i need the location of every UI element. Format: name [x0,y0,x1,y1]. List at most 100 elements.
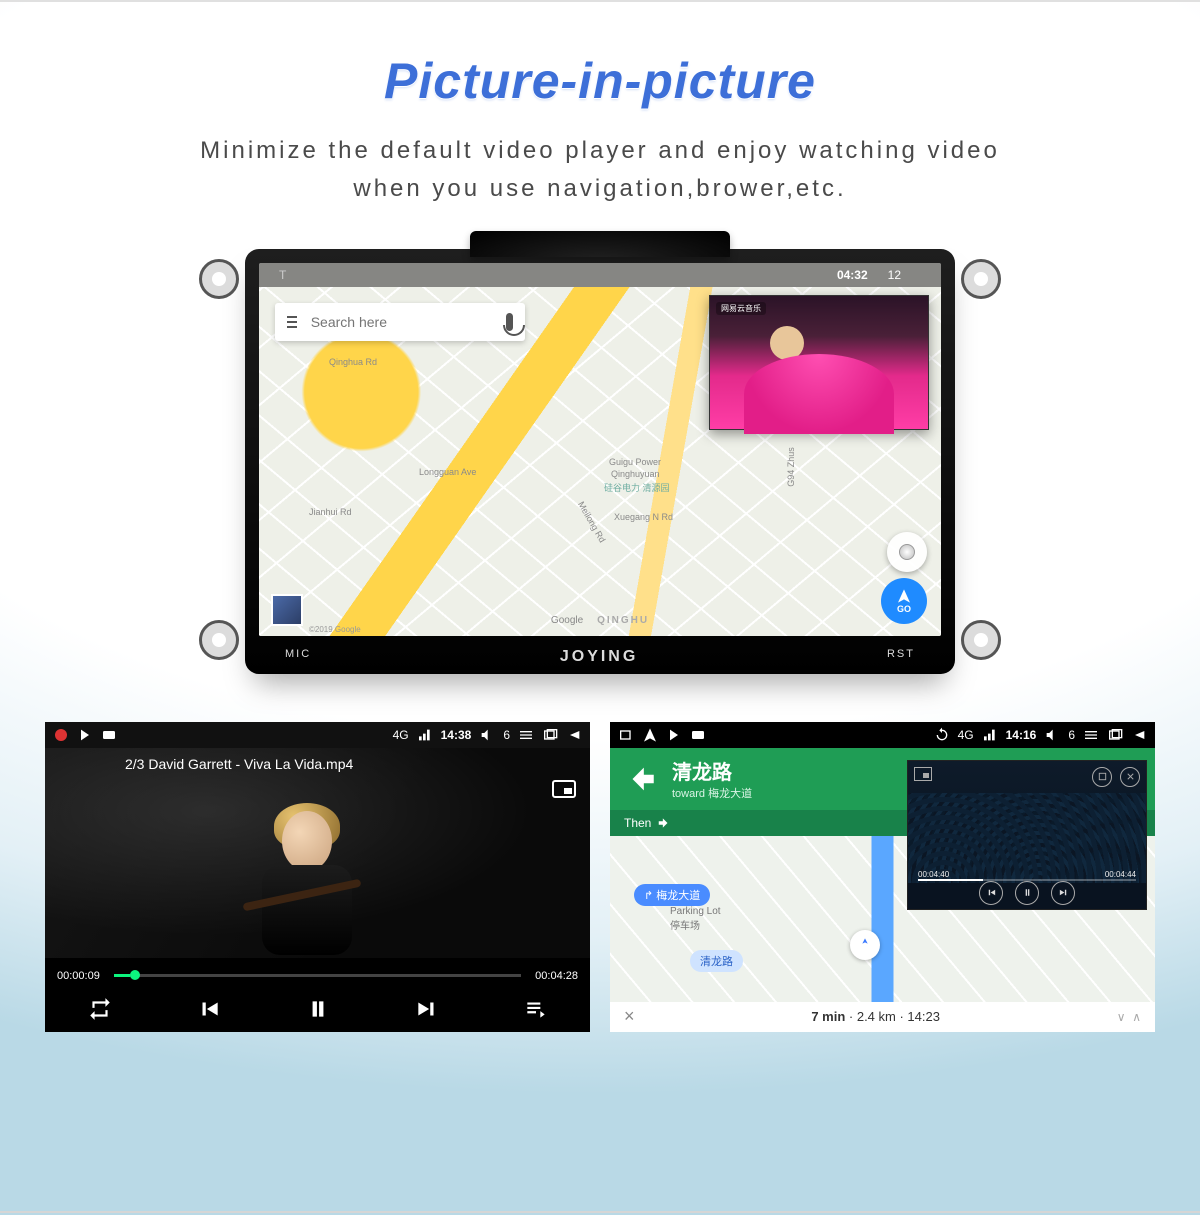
eta-info: 7 min · 2.4 km · 14:23 [651,1009,1101,1024]
playlist-icon[interactable] [523,996,549,1022]
mic-icon[interactable] [506,313,513,331]
turn-right-icon [657,816,671,830]
time-label: 14:38 [441,728,472,742]
map-search-bar[interactable] [275,303,525,341]
battery-label: 6 [503,728,510,742]
total-time: 00:04:28 [535,970,578,982]
close-nav-icon[interactable]: × [624,1006,635,1027]
map-label: Qinghua Rd [329,357,377,367]
status-time: 04:32 [837,268,868,282]
map-label: Meilong Rd [576,500,607,544]
pip-pause-icon[interactable] [1015,881,1039,905]
mount-tab [961,620,1001,660]
route-chip: 清龙路 [690,950,743,972]
nav-icon [642,727,658,743]
video-frame[interactable] [45,748,590,958]
play-icon [666,727,682,743]
mic-label: MIC [285,648,311,666]
hamburger-icon[interactable] [287,316,297,328]
volume-icon [479,727,495,743]
video-progress[interactable]: 00:00:09 00:04:28 [57,970,578,982]
enter-pip-icon[interactable] [552,780,576,798]
map-label: Guigu Power [609,457,661,467]
map-credit: ©2019 Google [309,625,361,634]
pip-mode-icon [914,767,932,781]
map-label: Longguan Ave [419,467,476,477]
video-player-screenshot: 4G 14:38 6 2/3 David Garrett - Viva La V… [45,722,590,1032]
map-label: Jianhui Rd [309,507,352,517]
head-unit-device: Qinghua Rd Jianhui Rd Guigu Power Qinghu… [245,249,955,674]
device-brand: JOYING [560,648,638,666]
map-logo: Google QINGHU [551,615,649,626]
pip-window[interactable]: 网易云音乐 [709,295,929,430]
page-title: Picture-in-picture [0,52,1200,110]
expand-eta-icon[interactable]: ∨ ∧ [1117,1010,1141,1024]
map-label: 硅谷电力 清源园 [604,481,670,494]
page-divider [0,1211,1200,1213]
network-label: 4G [393,728,409,742]
android-status-bar: 4G 14:38 6 [45,722,590,748]
card-icon [101,727,117,743]
mount-tab [961,259,1001,299]
map-label: G94 Zhus [786,447,796,487]
app-letter: T [279,268,286,282]
video-title: 2/3 David Garrett - Viva La Vida.mp4 [45,746,353,772]
progress-bar[interactable] [114,974,521,977]
back-icon[interactable] [1131,727,1147,743]
signal-icon [417,727,433,743]
map-layer-thumb[interactable] [271,594,303,626]
pip-elapsed: 00:04:40 [918,870,949,879]
violinist-illustration [252,811,362,961]
search-input[interactable] [311,314,492,330]
pip-expand-icon[interactable] [1092,767,1112,787]
menu-icon[interactable] [1083,727,1099,743]
mount-tab [199,620,239,660]
device-screen: Qinghua Rd Jianhui Rd Guigu Power Qinghu… [259,263,941,636]
map-label: Qinghuyuan [611,469,660,479]
map-label: Xuegang N Rd [614,512,673,522]
pip-close-icon[interactable] [1120,767,1140,787]
android-status-bar: 4G 14:16 6 [610,722,1155,748]
pip-next-icon[interactable] [1051,881,1075,905]
pause-icon[interactable] [305,996,331,1022]
volume-icon [1044,727,1060,743]
current-road: 清龙路 [672,756,752,785]
netease-icon [53,727,69,743]
prev-icon[interactable] [196,996,222,1022]
pip-source-tag: 网易云音乐 [716,302,766,315]
repeat-icon[interactable] [87,996,113,1022]
reset-label: RST [887,648,915,666]
mount-tab [199,259,239,299]
sync-icon [934,727,950,743]
status-battery: 12 [888,268,901,282]
assistive-touch-button[interactable] [887,532,927,572]
navigation-screenshot: 4G 14:16 6 清龙路 toward 梅龙大道 Then [610,722,1155,1032]
toward-label: toward 梅龙大道 [672,785,752,801]
pip-total: 00:04:44 [1105,870,1136,879]
play-icon [77,727,93,743]
pip-window[interactable]: 00:04:40 00:04:44 [907,760,1147,910]
elapsed-time: 00:00:09 [57,970,100,982]
network-label: 4G [958,728,974,742]
back-icon[interactable] [566,727,582,743]
map-poi: Parking Lot停车场 [670,906,721,932]
turn-left-icon [624,762,658,796]
battery-label: 6 [1068,728,1075,742]
next-icon[interactable] [414,996,440,1022]
recents-icon[interactable] [542,727,558,743]
navigate-icon [896,588,912,604]
page-subtitle: Minimize the default video player and en… [140,132,1060,209]
pip-prev-icon[interactable] [979,881,1003,905]
nav-bottom-bar: × 7 min · 2.4 km · 14:23 ∨ ∧ [610,1002,1155,1032]
menu-icon[interactable] [518,727,534,743]
route-chip: ↱ 梅龙大道 [634,884,710,906]
android-status-bar: T 04:32 12 [259,263,941,287]
card-icon [690,727,706,743]
recents-icon [618,727,634,743]
signal-icon [982,727,998,743]
recents-icon[interactable] [1107,727,1123,743]
time-label: 14:16 [1006,728,1037,742]
recenter-button[interactable] [850,930,880,960]
go-button[interactable]: GO [881,578,927,624]
player-controls [45,986,590,1032]
